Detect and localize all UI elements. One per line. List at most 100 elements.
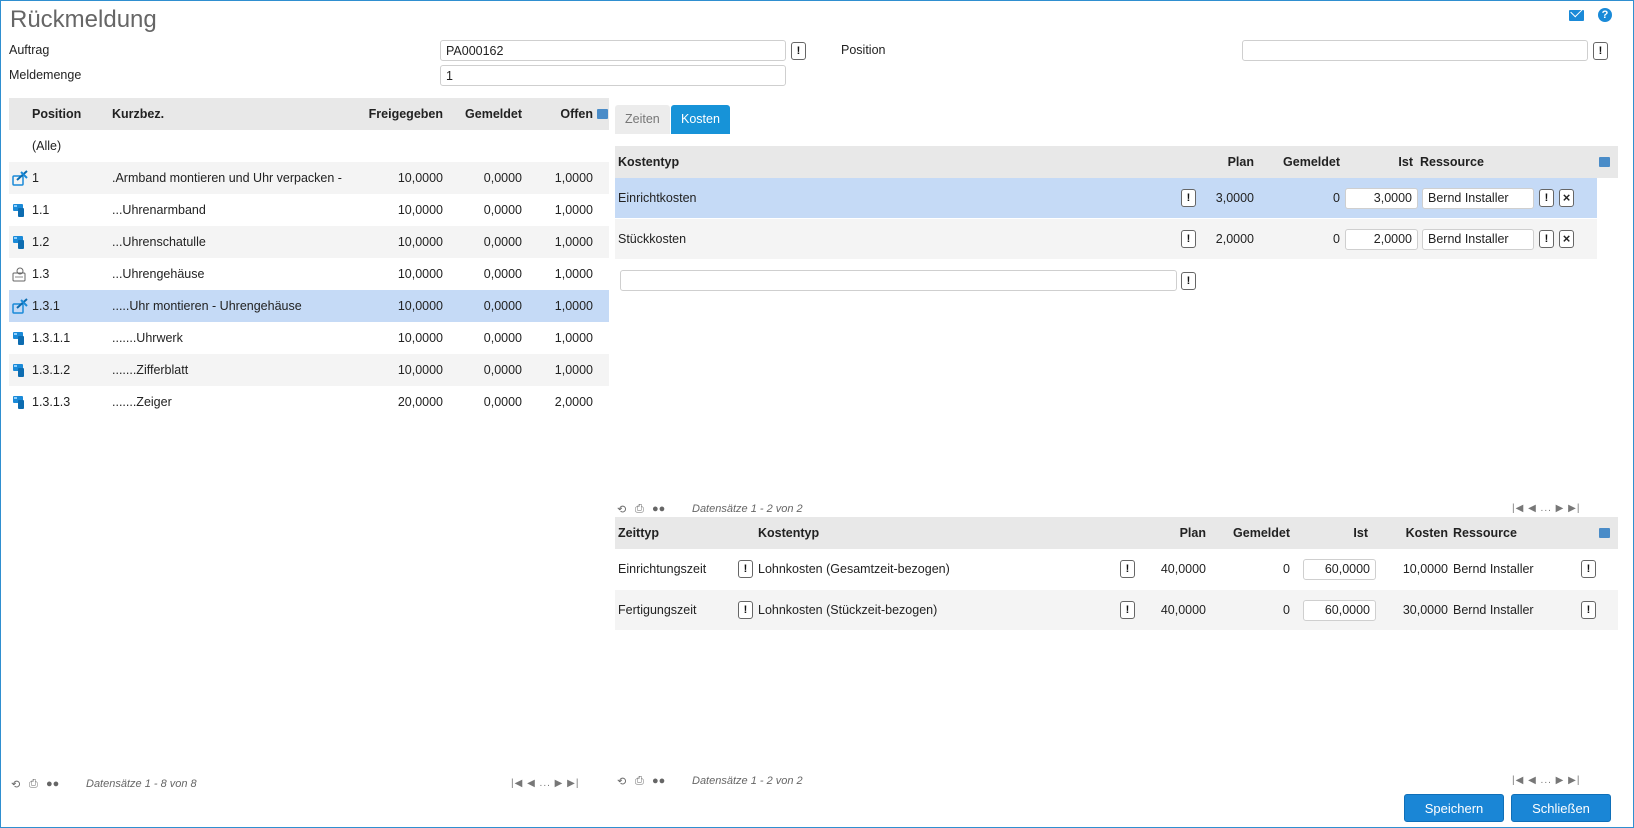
col-plan[interactable]: Plan [1195,146,1254,178]
cell-kostentyp: Einrichtkosten [618,191,697,205]
cell-plan: 40,0000 [1160,603,1206,617]
list-item-all[interactable]: (Alle) [9,130,609,162]
settings-dots-icon[interactable]: ●● [652,775,665,787]
col-ressource[interactable]: Ressource [1453,517,1517,549]
cell-kurzbez: .......Zifferblatt [112,363,189,377]
save-button[interactable]: Speichern [1404,794,1504,822]
ressource-lookup-button[interactable]: ! [1581,560,1596,578]
ist-input[interactable]: 60,0000 [1303,600,1376,621]
col-gemeldet[interactable]: Gemeldet [449,98,522,130]
col-ressource[interactable]: Ressource [1420,146,1484,178]
ressource-input[interactable]: Bernd Installer [1422,188,1534,209]
refresh-icon[interactable]: ⟲ [617,503,626,516]
cell-plan: 40,0000 [1160,562,1206,576]
mail-icon[interactable] [1569,9,1584,21]
cell-freigegeben: 10,0000 [397,171,443,185]
top-toolbar: ? [1569,8,1612,22]
col-zeittyp[interactable]: Zeittyp [618,517,659,549]
cell-zeittyp: Fertigungszeit [618,603,697,617]
kostentyp-lookup-button[interactable]: ! [1120,601,1135,619]
col-offen[interactable]: Offen [539,98,593,130]
auftrag-input[interactable]: PA000162 [440,40,786,61]
table-row[interactable]: 1.3.1.1 .......Uhrwerk 10,0000 0,0000 1,0000 [9,322,609,354]
col-kostentyp[interactable]: Kostentyp [618,146,679,178]
print-icon[interactable]: ⎙ [635,503,644,516]
table-row[interactable]: 1.3 ...Uhrengehäuse 10,0000 0,0000 1,0000 [9,258,609,290]
col-kurzbez[interactable]: Kurzbez. [112,98,164,130]
new-kostentyp-lookup-button[interactable]: ! [1181,272,1196,290]
cell-kostentyp: Lohnkosten (Stückzeit-bezogen) [758,603,938,617]
ist-input[interactable]: 60,0000 [1303,559,1376,580]
cell-gemeldet: 0,0000 [483,267,522,281]
col-plan[interactable]: Plan [1135,517,1206,549]
column-config-icon[interactable] [1599,157,1610,167]
help-icon[interactable]: ? [1598,8,1612,22]
position-input[interactable] [1242,40,1588,61]
col-kosten[interactable]: Kosten [1375,517,1448,549]
col-freigegeben[interactable]: Freigegeben [339,98,443,130]
pager-text: Datensätze 1 - 2 von 2 [692,503,803,515]
zeittyp-lookup-button[interactable]: ! [738,560,753,578]
table-row[interactable]: Fertigungszeit! Lohnkosten (Stückzeit-bez… [615,590,1618,630]
table-row[interactable]: 1.1 ...Uhrenarmband 10,0000 0,0000 1,0000 [9,194,609,226]
ist-input[interactable]: 3,0000 [1345,188,1418,209]
close-button[interactable]: Schließen [1511,794,1611,822]
tab-zeiten[interactable]: Zeiten [615,105,670,134]
kostentyp-lookup-button[interactable]: ! [1120,560,1135,578]
refresh-icon[interactable]: ⟲ [11,778,20,791]
refresh-icon[interactable]: ⟲ [617,775,626,788]
ressource-lookup-button[interactable]: ! [1581,601,1596,619]
table-row[interactable]: Einrichtungszeit! Lohnkosten (Gesamtzeit-… [615,549,1618,589]
delete-row-icon[interactable]: × [1559,230,1574,248]
col-gemeldet[interactable]: Gemeldet [1260,146,1340,178]
ressource-input[interactable]: Bernd Installer [1422,229,1534,250]
kostentyp-lookup-button[interactable]: ! [1181,230,1196,248]
cell-position: 1.3 [32,267,50,281]
auftrag-lookup-button[interactable]: ! [791,42,806,60]
table-row[interactable]: Stückkosten! 2,0000 0 2,0000 Bernd Installer… [615,219,1597,259]
cell-offen: 1,0000 [554,267,593,281]
col-gemeldet[interactable]: Gemeldet [1210,517,1290,549]
print-icon[interactable]: ⎙ [29,778,38,791]
tab-kosten[interactable]: Kosten [671,105,730,134]
assembly-icon [12,170,28,186]
zeittyp-lookup-button[interactable]: ! [738,601,753,619]
table-row[interactable]: 1.3.1.3 .......Zeiger 20,0000 0,0000 2,0000 [9,386,609,418]
column-config-icon[interactable] [1599,528,1610,538]
col-position[interactable]: Position [32,98,81,130]
table-row[interactable]: 1 .Armband montieren und Uhr verpacken - … [9,162,609,194]
cell-kurzbez: .......Uhrwerk [112,331,183,345]
pager-nav[interactable]: |◀ ◀ ... ▶ ▶| [1512,775,1580,786]
table-row[interactable]: 1.2 ...Uhrenschatulle 10,0000 0,0000 1,0000 [9,226,609,258]
col-ist[interactable]: Ist [1345,146,1413,178]
ist-input[interactable]: 2,0000 [1345,229,1418,250]
col-kostentyp[interactable]: Kostentyp [758,517,819,549]
position-lookup-button[interactable]: ! [1593,42,1608,60]
pager-nav[interactable]: |◀ ◀ ... ▶ ▶| [511,778,579,789]
cell-freigegeben: 20,0000 [397,395,443,409]
table-row[interactable]: Einrichtkosten! 3,0000 0 3,0000 Bernd Instal… [615,178,1597,218]
part-icon [12,202,28,218]
ressource-lookup-button[interactable]: ! [1539,189,1554,207]
new-kostentyp-input[interactable] [620,270,1177,291]
cell-gemeldet: 0,0000 [483,235,522,249]
cell-zeittyp: Einrichtungszeit [618,562,707,576]
print-icon[interactable]: ⎙ [635,775,644,788]
cell-plan: 2,0000 [1215,232,1254,246]
position-grid: Position Kurzbez. Freigegeben Gemeldet O… [9,98,609,418]
settings-dots-icon[interactable]: ●● [46,778,59,790]
table-row[interactable]: 1.3.1.2 .......Zifferblatt 10,0000 0,0000 1,… [9,354,609,386]
delete-row-icon[interactable]: × [1559,189,1574,207]
kostentyp-lookup-button[interactable]: ! [1181,189,1196,207]
page-title: Rückmeldung [10,6,157,33]
column-config-icon[interactable] [597,109,608,119]
settings-dots-icon[interactable]: ●● [652,503,665,515]
col-ist[interactable]: Ist [1295,517,1368,549]
table-row[interactable]: 1.3.1 .....Uhr montieren - Uhrengehäuse 10… [9,290,609,322]
pager-nav[interactable]: |◀ ◀ ... ▶ ▶| [1512,503,1580,514]
ressource-lookup-button[interactable]: ! [1539,230,1554,248]
cell-position: 1.2 [32,235,50,249]
cell-offen: 1,0000 [554,331,593,345]
meldemenge-input[interactable]: 1 [440,65,786,86]
pager-text: Datensätze 1 - 8 von 8 [86,778,197,790]
